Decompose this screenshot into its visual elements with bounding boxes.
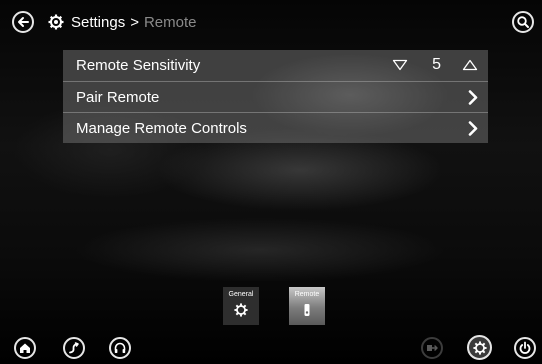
chevron-right-icon — [468, 121, 478, 136]
chevron-right-icon — [468, 90, 478, 105]
breadcrumb-current: Remote — [143, 13, 197, 31]
route-icon — [69, 342, 79, 354]
back-button[interactable] — [12, 11, 34, 33]
manage-remote-controls-label: Manage Remote Controls — [76, 119, 247, 137]
settings-icon — [472, 340, 487, 355]
search-icon — [517, 16, 529, 28]
breadcrumb-settings[interactable]: Settings — [71, 14, 125, 31]
gear-icon — [234, 303, 248, 317]
increase-sensitivity-button[interactable] — [462, 59, 478, 71]
audio-button[interactable] — [109, 337, 131, 359]
remote-sensitivity-label: Remote Sensitivity — [76, 57, 201, 74]
decrease-sensitivity-button[interactable] — [392, 59, 408, 71]
pair-remote-row[interactable]: Pair Remote — [63, 81, 488, 112]
navigation-button[interactable] — [63, 337, 85, 359]
search-button[interactable] — [512, 11, 534, 33]
remote-sensitivity-row: Remote Sensitivity 5 — [63, 50, 488, 81]
remote-icon — [304, 304, 310, 316]
breadcrumb: Settings > Remote — [48, 10, 197, 34]
pair-remote-label: Pair Remote — [76, 88, 160, 106]
tab-general-label: General — [228, 291, 254, 298]
tab-general[interactable]: General — [223, 287, 259, 325]
arrow-left-icon — [18, 17, 29, 27]
exit-icon — [427, 345, 438, 351]
settings-button[interactable] — [467, 335, 492, 360]
power-button[interactable] — [514, 337, 536, 359]
breadcrumb-separator: > — [130, 13, 139, 31]
headphones-icon — [114, 342, 126, 353]
gear-icon — [48, 14, 64, 30]
manage-remote-controls-row[interactable]: Manage Remote Controls — [63, 112, 488, 143]
home-button[interactable] — [14, 337, 36, 359]
power-icon — [519, 341, 531, 354]
settings-list: Remote Sensitivity 5 Pair Remote Manage … — [63, 50, 488, 143]
tab-remote[interactable]: Remote — [289, 287, 325, 325]
home-icon — [20, 343, 30, 353]
sensitivity-value: 5 — [432, 56, 441, 73]
exit-button[interactable] — [421, 337, 443, 359]
tab-remote-label: Remote — [294, 291, 320, 298]
